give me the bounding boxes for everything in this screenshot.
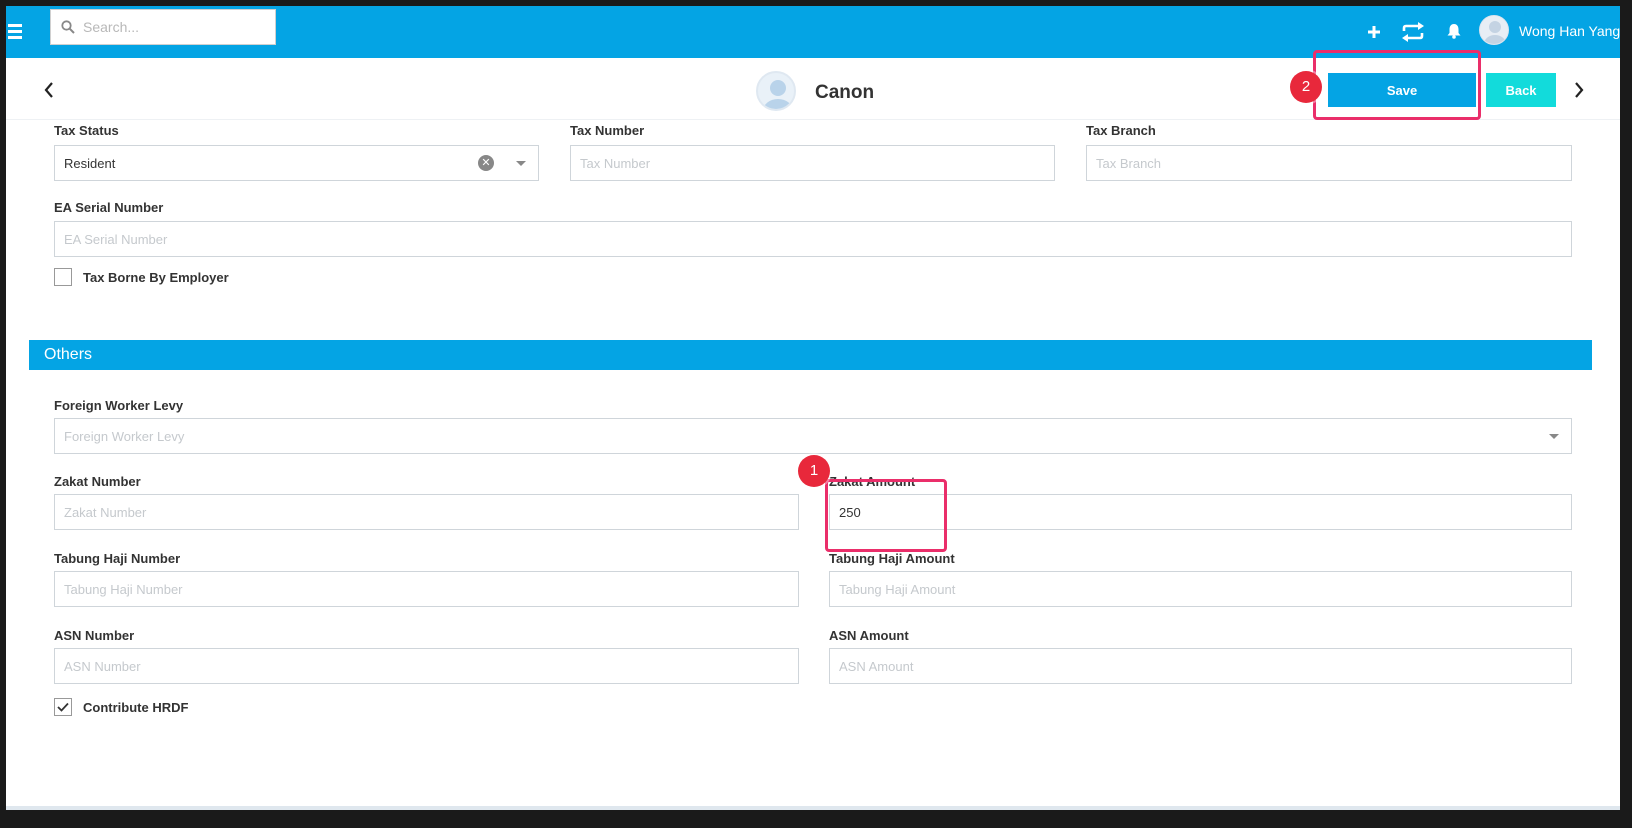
tax-borne-label: Tax Borne By Employer	[83, 270, 229, 285]
back-button[interactable]: Back	[1486, 73, 1556, 107]
asn-number-input[interactable]	[64, 649, 798, 683]
zakat-amount-field[interactable]	[829, 494, 1572, 530]
search-box[interactable]	[50, 9, 276, 45]
tax-branch-input[interactable]	[1096, 146, 1571, 180]
profile-name: Canon	[815, 82, 875, 103]
tabung-haji-amount-label: Tabung Haji Amount	[829, 551, 955, 566]
tax-status-label: Tax Status	[54, 123, 119, 138]
user-name[interactable]: Wong Han Yang	[1519, 23, 1620, 39]
tax-status-select[interactable]: Resident ✕	[54, 145, 539, 181]
asn-amount-label: ASN Amount	[829, 628, 909, 643]
user-avatar[interactable]	[1479, 15, 1509, 45]
hamburger-menu-icon[interactable]	[8, 24, 22, 39]
tabung-haji-number-label: Tabung Haji Number	[54, 551, 181, 566]
ea-serial-field[interactable]	[54, 221, 1572, 257]
tabung-haji-number-field[interactable]	[54, 571, 799, 607]
tax-borne-checkbox[interactable]	[54, 268, 72, 286]
foreign-worker-levy-select[interactable]: Foreign Worker Levy	[54, 418, 1572, 454]
save-button[interactable]: Save	[1328, 73, 1476, 107]
contribute-hrdf-checkbox[interactable]	[54, 698, 72, 716]
others-section-header: Others	[29, 340, 1592, 370]
asn-number-field[interactable]	[54, 648, 799, 684]
tax-number-input[interactable]	[580, 146, 1054, 180]
asn-amount-input[interactable]	[839, 649, 1571, 683]
ea-serial-label: EA Serial Number	[54, 200, 164, 215]
next-record-icon[interactable]	[1574, 82, 1584, 98]
foreign-worker-levy-label: Foreign Worker Levy	[54, 398, 184, 413]
asn-amount-field[interactable]	[829, 648, 1572, 684]
footer-divider	[6, 806, 1620, 810]
step-2-badge: 2	[1290, 71, 1322, 103]
app-window: Wong Han Yang Canon Save Back Tax Status…	[6, 6, 1620, 810]
bell-icon[interactable]	[1447, 23, 1461, 39]
tabung-haji-amount-input[interactable]	[839, 572, 1571, 606]
zakat-amount-label: Zakat Amount	[829, 474, 916, 489]
contribute-hrdf-label: Contribute HRDF	[83, 700, 189, 715]
sync-icon[interactable]	[1401, 22, 1425, 42]
record-header: Canon Save Back	[6, 58, 1620, 120]
top-bar: Wong Han Yang	[6, 6, 1620, 58]
profile-avatar	[756, 71, 796, 111]
ea-serial-input[interactable]	[64, 222, 1571, 256]
zakat-number-field[interactable]	[54, 494, 799, 530]
plus-icon[interactable]	[1368, 26, 1380, 38]
asn-number-label: ASN Number	[54, 628, 135, 643]
search-icon	[61, 20, 75, 34]
checkmark-icon	[57, 702, 69, 712]
tax-branch-field[interactable]	[1086, 145, 1572, 181]
foreign-worker-levy-placeholder: Foreign Worker Levy	[64, 428, 185, 444]
tabung-haji-amount-field[interactable]	[829, 571, 1572, 607]
step-1-badge: 1	[798, 455, 830, 487]
tax-number-field[interactable]	[570, 145, 1055, 181]
zakat-amount-input[interactable]	[839, 495, 1571, 529]
clear-selection-icon[interactable]: ✕	[478, 155, 494, 171]
zakat-number-input[interactable]	[64, 495, 798, 529]
others-section-title: Others	[44, 346, 93, 363]
tabung-haji-number-input[interactable]	[64, 572, 798, 606]
chevron-down-icon	[1549, 434, 1559, 439]
tax-status-value: Resident	[64, 155, 116, 171]
search-input[interactable]	[83, 19, 253, 35]
chevron-down-icon	[516, 161, 526, 166]
zakat-number-label: Zakat Number	[54, 474, 141, 489]
tax-number-label: Tax Number	[570, 123, 645, 138]
tax-branch-label: Tax Branch	[1086, 123, 1156, 138]
previous-record-icon[interactable]	[44, 82, 54, 98]
